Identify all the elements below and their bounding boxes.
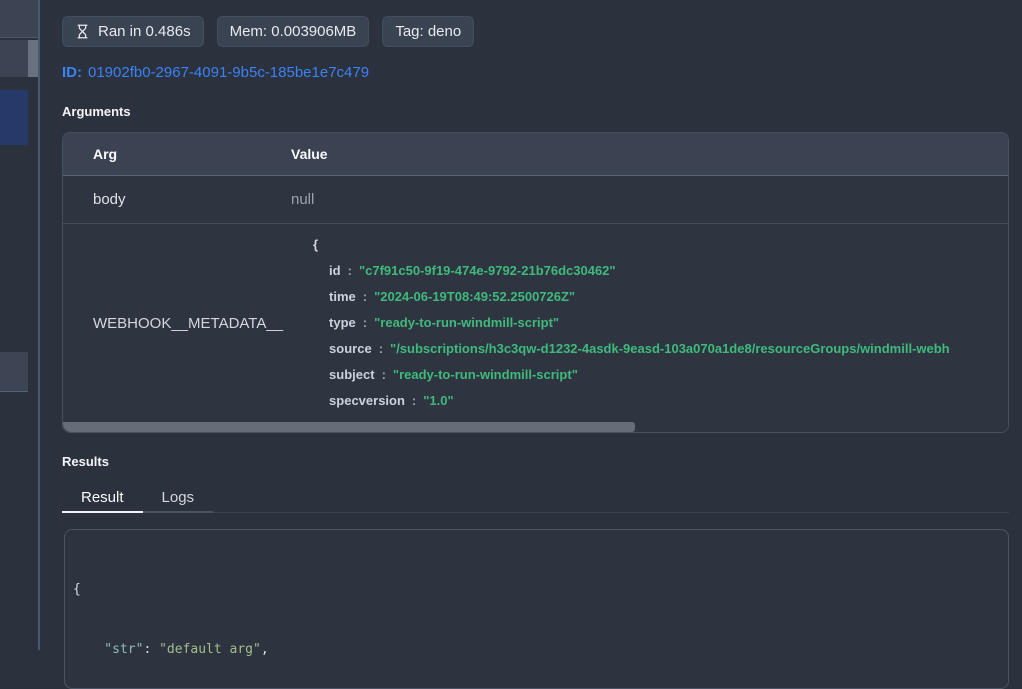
runtime-badge-label: Ran in 0.486s [98, 23, 191, 40]
arguments-table-header: Arg Value [63, 133, 1008, 176]
sidebar-item-selected[interactable] [0, 90, 28, 145]
table-row-body: body null [63, 176, 1008, 224]
table-horizontal-scrollbar [63, 422, 1008, 432]
runtime-badge: Ran in 0.486s [62, 16, 204, 47]
entry-value: "2024-06-19T08:49:52.2500726Z" [374, 289, 575, 304]
run-detail-panel: Ran in 0.486s Mem: 0.003906MB Tag: deno … [40, 0, 1022, 650]
entry-value: "1.0" [423, 393, 453, 408]
entry-colon: : [363, 315, 367, 330]
object-entry: specversion: "1.0" [313, 388, 1008, 414]
value-column-header: Value [261, 146, 1008, 162]
run-stats-badges: Ran in 0.486s Mem: 0.003906MB Tag: deno [62, 16, 1009, 47]
result-json-code: { "str": "default arg", "union": "Hello … [73, 540, 1000, 689]
entry-key: time [329, 289, 356, 304]
object-entry: source: "/subscriptions/h3c3qw-d1232-4asd… [313, 336, 1008, 362]
object-entry: id: "c7f91c50-9f19-474e-9792-21b76dc30462… [313, 258, 1008, 284]
code-open-brace: { [73, 580, 1000, 600]
code-line: "str": "default arg", [73, 640, 1000, 660]
entry-key: specversion [329, 393, 405, 408]
sidebar-header-block [0, 0, 38, 38]
arguments-title: Arguments [62, 104, 1009, 119]
entry-colon: : [348, 263, 352, 278]
entry-value: "c7f91c50-9f19-474e-9792-21b76dc30462" [359, 263, 616, 278]
tag-badge-label: Tag: deno [395, 23, 461, 40]
arguments-table: Arg Value body null WEBHOOK__METADATA__ … [62, 132, 1009, 433]
result-output-box: { "str": "default arg", "union": "Hello … [64, 529, 1009, 689]
entry-key: id [329, 263, 341, 278]
entry-colon: : [412, 393, 416, 408]
results-tabbar: Result Logs [62, 483, 1009, 513]
object-entry: subject: "ready-to-run-windmill-script" [313, 362, 1008, 388]
job-id-value[interactable]: 01902fb0-2967-4091-9b5c-185be1e7c479 [88, 64, 369, 81]
table-row-webhook-metadata: WEBHOOK__METADATA__ { id: "c7f91c50-9f19-… [63, 224, 1008, 422]
entry-value: "/subscriptions/h3c3qw-d1232-4asdk-9easd… [390, 341, 950, 356]
sidebar-scrollbar-thumb[interactable] [28, 40, 38, 77]
arg-column-header: Arg [63, 146, 261, 162]
entry-value: "ready-to-run-windmill-script" [393, 367, 578, 382]
entry-key: subject [329, 367, 375, 382]
sidebar-item[interactable] [0, 352, 28, 392]
job-id-line: ID: 01902fb0-2967-4091-9b5c-185be1e7c479 [62, 64, 1009, 81]
entry-colon: : [382, 367, 386, 382]
entry-key: source [329, 341, 372, 356]
results-title: Results [62, 454, 1009, 469]
arg-name: body [63, 191, 261, 208]
object-open-brace: { [313, 232, 1008, 258]
entry-value: "ready-to-run-windmill-script" [374, 315, 559, 330]
object-viewer: { id: "c7f91c50-9f19-474e-9792-21b76dc304… [283, 224, 1008, 422]
arg-name: WEBHOOK__METADATA__ [63, 224, 283, 422]
object-entry: time: "2024-06-19T08:49:52.2500726Z" [313, 284, 1008, 310]
tab-logs[interactable]: Logs [143, 483, 214, 513]
sidebar-item[interactable] [0, 40, 28, 77]
tab-result[interactable]: Result [62, 483, 143, 513]
arg-value-null: null [261, 191, 1008, 208]
horizontal-scrollbar-thumb[interactable] [63, 422, 635, 432]
hourglass-icon [75, 24, 90, 39]
sidebar [0, 0, 40, 650]
object-entry: type: "ready-to-run-windmill-script" [313, 310, 1008, 336]
tag-badge: Tag: deno [382, 16, 474, 47]
entry-colon: : [363, 289, 367, 304]
entry-colon: : [379, 341, 383, 356]
memory-badge: Mem: 0.003906MB [217, 16, 370, 47]
memory-badge-label: Mem: 0.003906MB [230, 23, 357, 40]
entry-key: type [329, 315, 356, 330]
job-id-label: ID: [62, 64, 82, 81]
